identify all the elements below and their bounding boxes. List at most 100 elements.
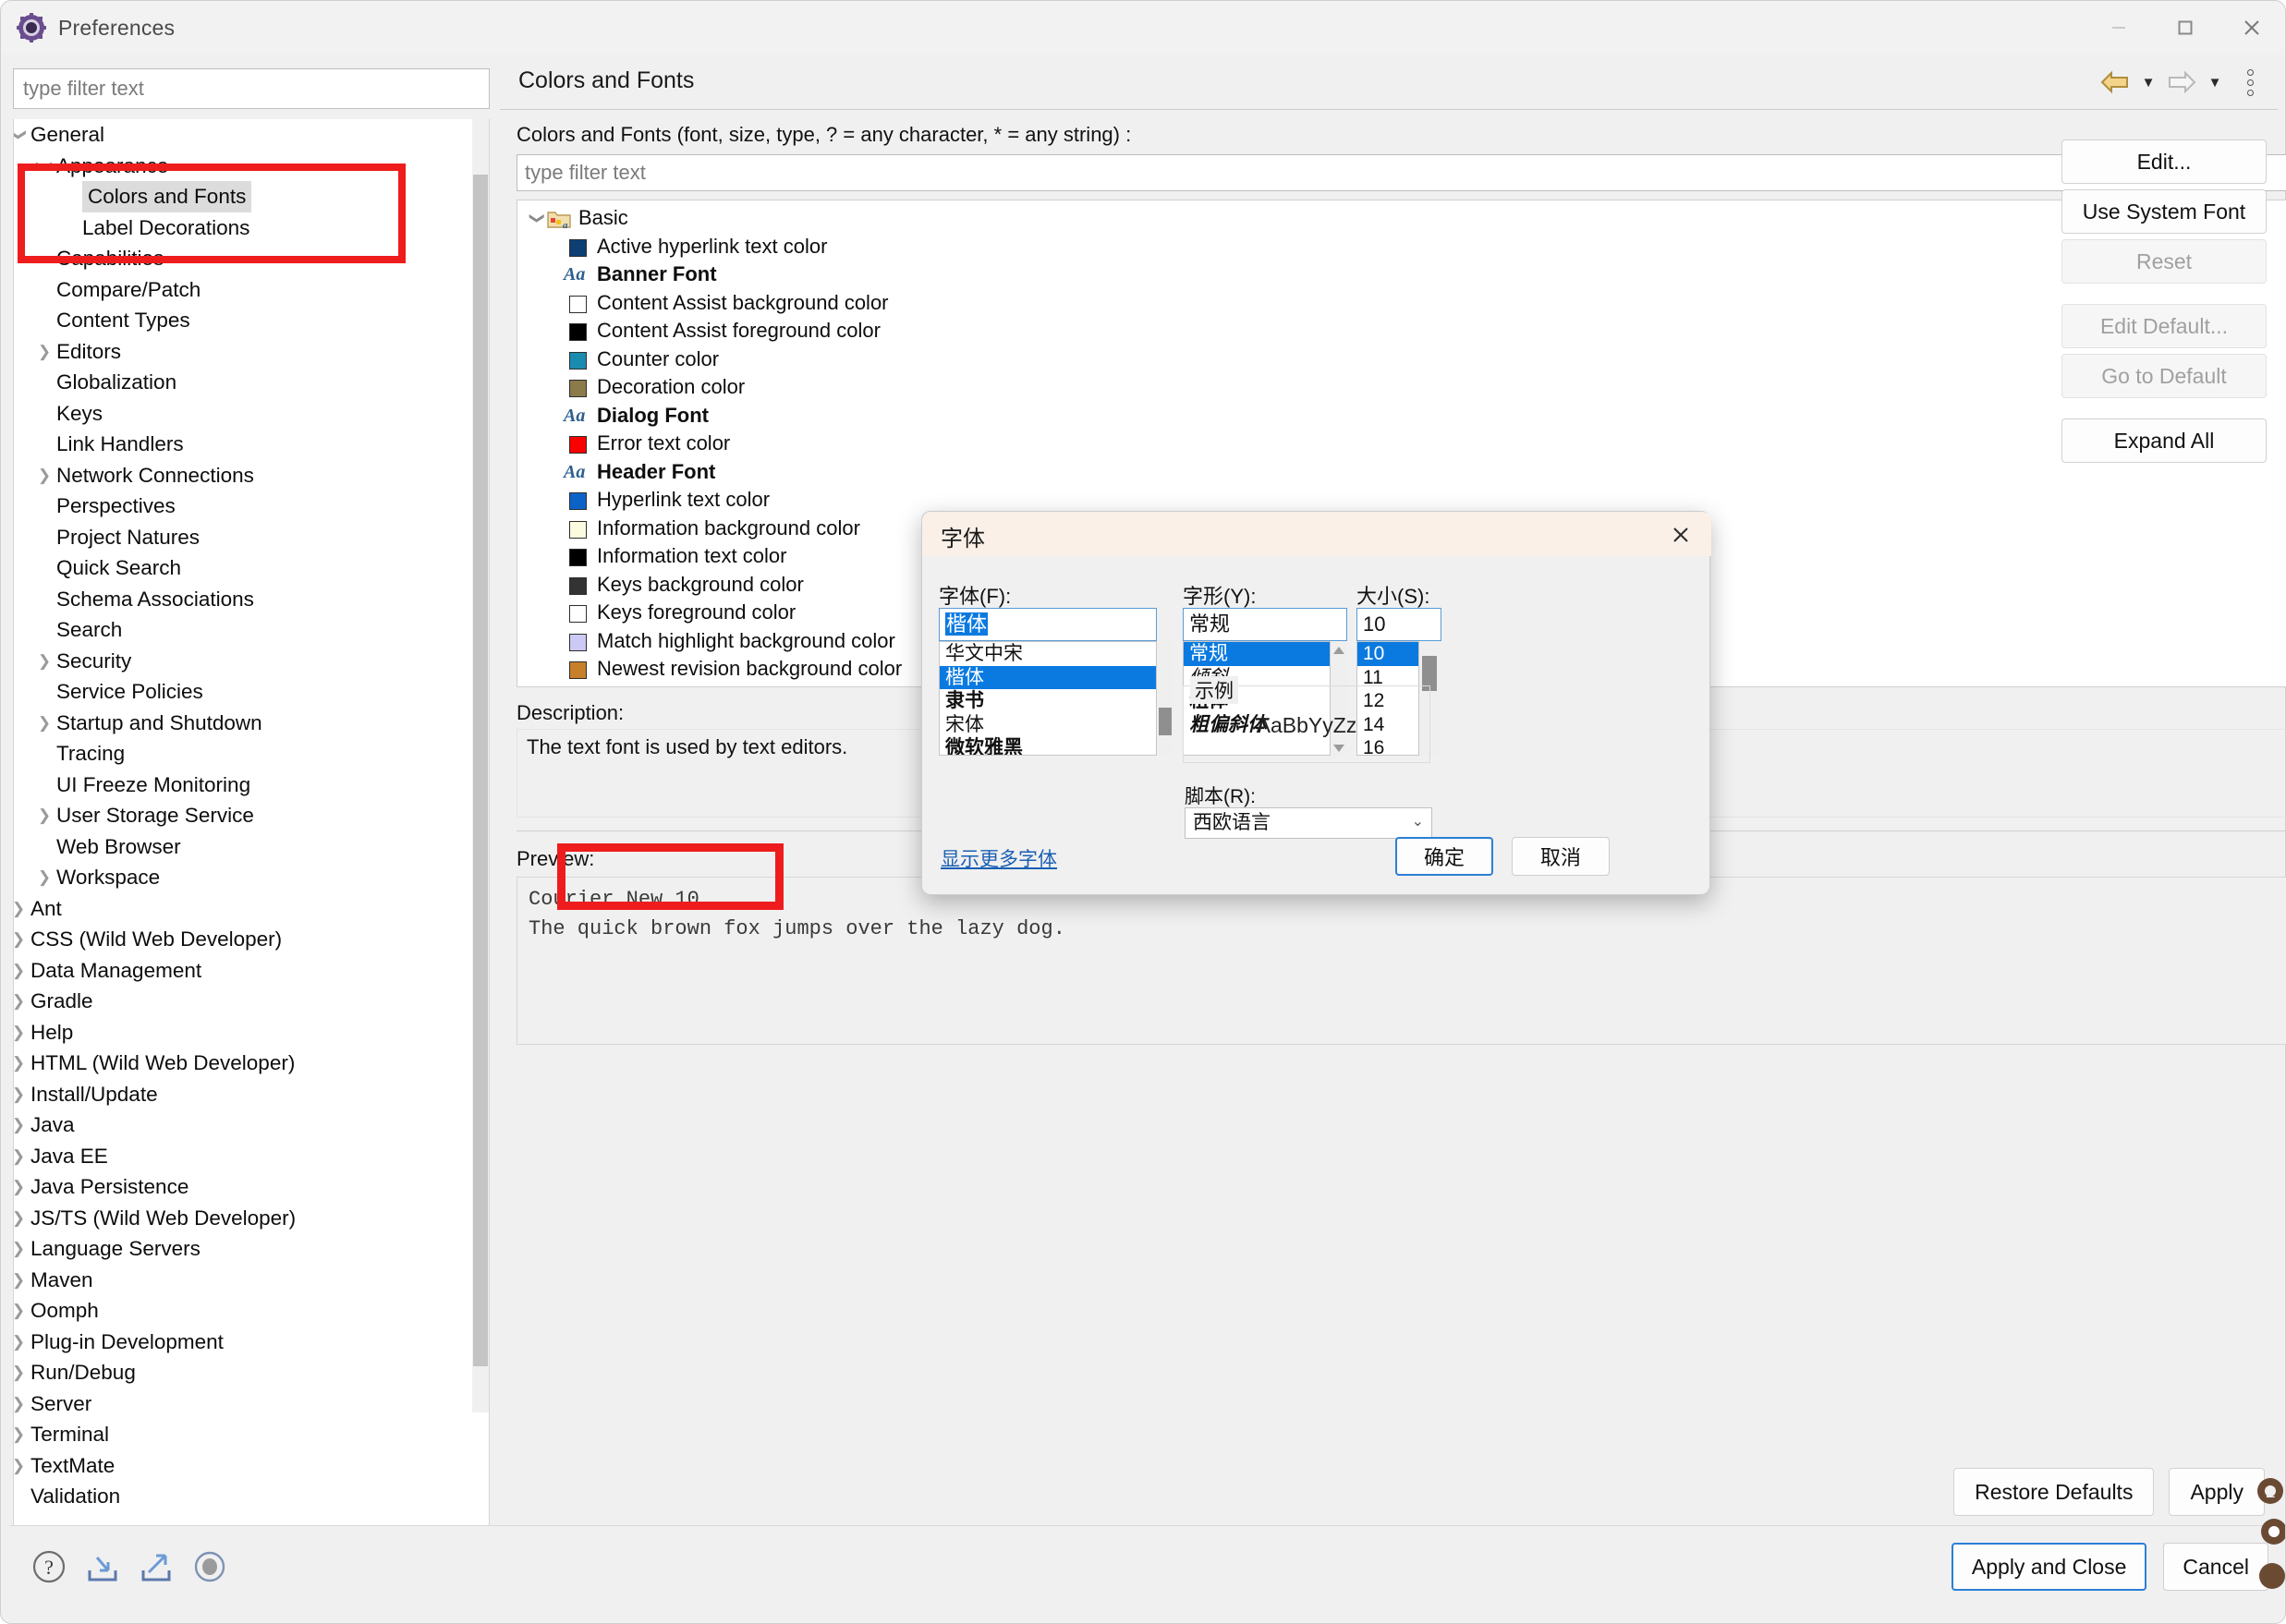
ok-button[interactable]: 确定 — [1395, 837, 1493, 876]
show-more-fonts-link[interactable]: 显示更多字体 — [941, 844, 1057, 872]
font-size-input[interactable]: 10 — [1356, 608, 1441, 641]
sidebar-item-css-wild-web-developer[interactable]: ❯ CSS (Wild Web Developer) — [14, 924, 489, 955]
sidebar-item-data-management[interactable]: ❯ Data Management — [14, 955, 489, 987]
chevron-right-icon[interactable]: ❯ — [32, 336, 56, 368]
chevron-right-icon[interactable]: ❯ — [14, 1419, 30, 1450]
expand-all-button[interactable]: Expand All — [2061, 418, 2267, 463]
import-icon[interactable] — [84, 1548, 121, 1590]
back-dropdown-icon[interactable]: ▼ — [2135, 62, 2161, 103]
cf-tree-row[interactable]: Content Assist foreground color — [517, 317, 2286, 345]
list-item[interactable]: 华文中宋 — [940, 642, 1156, 666]
maximize-icon[interactable] — [2152, 1, 2219, 55]
list-item[interactable]: 隶书 — [940, 689, 1156, 713]
forward-arrow-icon[interactable] — [2161, 62, 2202, 103]
cf-tree-row[interactable]: Error text color — [517, 430, 2286, 458]
chevron-right-icon[interactable]: ❯ — [14, 924, 30, 955]
sidebar-item-content-types[interactable]: Content Types — [14, 305, 489, 336]
sidebar-item-js-ts-wild-web-developer[interactable]: ❯ JS/TS (Wild Web Developer) — [14, 1203, 489, 1234]
cf-tree-row[interactable]: Hyperlink text color — [517, 486, 2286, 515]
sidebar-item-appearance[interactable]: ❯ Appearance — [14, 151, 489, 182]
chevron-right-icon[interactable]: ❯ — [32, 862, 56, 893]
cf-tree-row[interactable]: Aa Header Font — [517, 458, 2286, 487]
preferences-tree[interactable]: ❯General❯AppearanceColors and FontsLabel… — [13, 119, 490, 1574]
sidebar-item-oomph[interactable]: ❯ Oomph — [14, 1295, 489, 1327]
close-icon[interactable] — [2219, 1, 2285, 55]
font-family-scrollbar-track[interactable] — [1157, 641, 1173, 756]
chevron-right-icon[interactable]: ❯ — [14, 1171, 30, 1203]
sidebar-item-network-connections[interactable]: ❯ Network Connections — [14, 460, 489, 491]
restore-defaults-button[interactable]: Restore Defaults — [1953, 1468, 2155, 1516]
export-icon[interactable] — [138, 1548, 175, 1590]
chevron-right-icon[interactable]: ❯ — [14, 1203, 30, 1234]
cf-tree-row[interactable]: Content Assist background color — [517, 289, 2286, 318]
sidebar-item-terminal[interactable]: ❯ Terminal — [14, 1419, 489, 1450]
chevron-right-icon[interactable]: ❯ — [32, 708, 56, 739]
dialog-cancel-button[interactable]: 取消 — [1512, 837, 1610, 876]
sidebar-item-compare-patch[interactable]: Compare/Patch — [14, 274, 489, 306]
sidebar-item-install-update[interactable]: ❯ Install/Update — [14, 1079, 489, 1110]
sidebar-item-gradle[interactable]: ❯ Gradle — [14, 986, 489, 1017]
cf-tree-row[interactable]: Counter color — [517, 345, 2286, 374]
sidebar-item-search[interactable]: Search — [14, 614, 489, 646]
sidebar-item-validation[interactable]: Validation — [14, 1481, 489, 1512]
font-family-input[interactable]: 楷体 — [939, 608, 1157, 641]
sidebar-item-plug-in-development[interactable]: ❯ Plug-in Development — [14, 1327, 489, 1358]
sidebar-item-java[interactable]: ❯ Java — [14, 1109, 489, 1141]
chevron-right-icon[interactable]: ❯ — [14, 1048, 30, 1079]
edit-button[interactable]: Edit... — [2061, 139, 2267, 184]
sidebar-item-startup-and-shutdown[interactable]: ❯ Startup and Shutdown — [14, 708, 489, 739]
sidebar-item-textmate[interactable]: ❯ TextMate — [14, 1450, 489, 1482]
sidebar-item-tracing[interactable]: Tracing — [14, 738, 489, 770]
list-item[interactable]: 楷体 — [940, 665, 1156, 689]
sidebar-item-server[interactable]: ❯ Server — [14, 1388, 489, 1420]
kebab-menu-icon[interactable] — [2235, 62, 2265, 103]
chevron-right-icon[interactable]: ❯ — [14, 1388, 30, 1420]
chevron-right-icon[interactable]: ❯ — [32, 646, 56, 677]
sidebar-item-project-natures[interactable]: Project Natures — [14, 522, 489, 553]
sidebar-item-label-decorations[interactable]: Label Decorations — [14, 212, 489, 244]
sidebar-item-java-ee[interactable]: ❯ Java EE — [14, 1141, 489, 1172]
sidebar-item-general[interactable]: ❯General — [14, 119, 489, 151]
sidebar-item-keys[interactable]: Keys — [14, 398, 489, 430]
back-arrow-icon[interactable] — [2095, 62, 2135, 103]
script-select[interactable]: 西欧语言 ⌄ — [1185, 807, 1432, 839]
chevron-right-icon[interactable]: ❯ — [14, 1450, 30, 1482]
sidebar-item-help[interactable]: ❯ Help — [14, 1017, 489, 1048]
chevron-right-icon[interactable]: ❯ — [14, 1233, 30, 1265]
minimize-icon[interactable] — [2085, 1, 2152, 55]
list-item[interactable]: 微软雅黑 — [940, 736, 1156, 755]
sidebar-item-run-debug[interactable]: ❯ Run/Debug — [14, 1357, 489, 1388]
sidebar-item-html-wild-web-developer[interactable]: ❯ HTML (Wild Web Developer) — [14, 1048, 489, 1079]
chevron-right-icon[interactable]: ❯ — [14, 1295, 30, 1327]
sidebar-item-java-persistence[interactable]: ❯ Java Persistence — [14, 1171, 489, 1203]
use-system-font-button[interactable]: Use System Font — [2061, 189, 2267, 234]
left-tree-scrollbar-thumb[interactable] — [473, 175, 488, 1366]
chevron-right-icon[interactable]: ❯ — [14, 1265, 30, 1296]
left-filter-input[interactable]: type filter text — [13, 68, 490, 109]
list-item[interactable]: 常规 — [1184, 642, 1330, 666]
chevron-down-icon[interactable]: ❯ — [14, 123, 34, 147]
chevron-right-icon[interactable]: ❯ — [14, 955, 30, 987]
cf-tree-row[interactable]: ❯ a Basic — [517, 204, 2286, 233]
record-icon[interactable] — [191, 1548, 228, 1590]
scroll-up-icon[interactable] — [1332, 644, 1345, 661]
sidebar-item-quick-search[interactable]: Quick Search — [14, 552, 489, 584]
chevron-right-icon[interactable]: ❯ — [14, 1141, 30, 1172]
list-item[interactable]: 宋体 — [940, 713, 1156, 737]
sidebar-item-link-handlers[interactable]: Link Handlers — [14, 429, 489, 460]
cf-tree-row[interactable]: Aa Dialog Font — [517, 402, 2286, 430]
chevron-right-icon[interactable]: ❯ — [14, 1079, 30, 1110]
chevron-down-icon[interactable]: ❯ — [29, 153, 60, 177]
sidebar-item-globalization[interactable]: Globalization — [14, 367, 489, 398]
list-item[interactable]: 10 — [1357, 642, 1418, 666]
chevron-down-icon[interactable]: ❯ — [522, 209, 551, 227]
sidebar-item-service-policies[interactable]: Service Policies — [14, 676, 489, 708]
chevron-right-icon[interactable]: ❯ — [14, 1357, 30, 1388]
font-style-input[interactable]: 常规 — [1183, 608, 1347, 641]
sidebar-item-workspace[interactable]: ❯ Workspace — [14, 862, 489, 893]
sidebar-item-ui-freeze-monitoring[interactable]: UI Freeze Monitoring — [14, 770, 489, 801]
main-filter-input[interactable]: type filter text — [517, 154, 2286, 191]
cf-tree-row[interactable]: Aa Banner Font — [517, 261, 2286, 289]
sidebar-item-ant[interactable]: ❯ Ant — [14, 893, 489, 925]
chevron-right-icon[interactable]: ❯ — [32, 460, 56, 491]
